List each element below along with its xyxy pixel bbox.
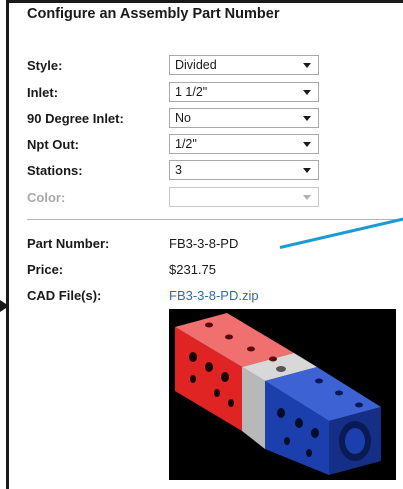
color-select	[169, 187, 319, 207]
npt-label: Npt Out:	[27, 137, 79, 152]
style-label: Style:	[27, 58, 63, 73]
frame-top-edge	[0, 0, 403, 3]
section-divider	[27, 219, 397, 220]
inlet90-select-value: No	[175, 111, 191, 125]
stations-row: Stations: 3	[27, 160, 327, 182]
inlet90-label: 90 Degree Inlet:	[27, 111, 124, 126]
inlet90-row: 90 Degree Inlet: No	[27, 108, 327, 130]
cad-row: CAD File(s): FB3-3-8-PD.zip	[27, 288, 387, 308]
inlet-label: Inlet:	[27, 85, 59, 100]
color-label: Color:	[27, 190, 66, 205]
color-row: Color:	[27, 187, 327, 209]
inlet-select[interactable]: 1 1/2"	[169, 82, 319, 102]
chevron-down-icon	[303, 116, 311, 121]
price-label: Price:	[27, 262, 64, 277]
style-select-value: Divided	[175, 58, 217, 72]
arrow-pointer-icon	[0, 300, 9, 312]
inlet-row: Inlet: 1 1/2"	[27, 82, 327, 104]
stations-select[interactable]: 3	[169, 160, 319, 180]
npt-row: Npt Out: 1/2"	[27, 134, 327, 156]
cad-file-link[interactable]: FB3-3-8-PD.zip	[169, 288, 259, 303]
frame-left-edge	[0, 0, 9, 489]
panel-title: Configure an Assembly Part Number	[27, 6, 280, 22]
part-number-row: Part Number: FB3-3-8-PD	[27, 236, 387, 256]
cad-label: CAD File(s):	[27, 288, 102, 303]
style-select[interactable]: Divided	[169, 55, 319, 75]
inlet90-select[interactable]: No	[169, 108, 319, 128]
chevron-down-icon	[303, 168, 311, 173]
stations-select-value: 3	[175, 163, 182, 177]
part-render-image	[169, 309, 396, 480]
manifold-block-icon	[175, 313, 381, 475]
part-number-label: Part Number:	[27, 236, 110, 251]
style-row: Style: Divided	[27, 55, 327, 77]
chevron-down-icon	[303, 90, 311, 95]
chevron-down-icon	[303, 195, 311, 200]
price-row: Price: $231.75	[27, 262, 387, 282]
inlet-select-value: 1 1/2"	[175, 85, 208, 99]
stations-label: Stations:	[27, 163, 83, 178]
part-number-value: FB3-3-8-PD	[169, 236, 239, 251]
npt-select[interactable]: 1/2"	[169, 134, 319, 154]
price-value: $231.75	[169, 262, 216, 277]
chevron-down-icon	[303, 142, 311, 147]
npt-select-value: 1/2"	[175, 137, 197, 151]
chevron-down-icon	[303, 63, 311, 68]
